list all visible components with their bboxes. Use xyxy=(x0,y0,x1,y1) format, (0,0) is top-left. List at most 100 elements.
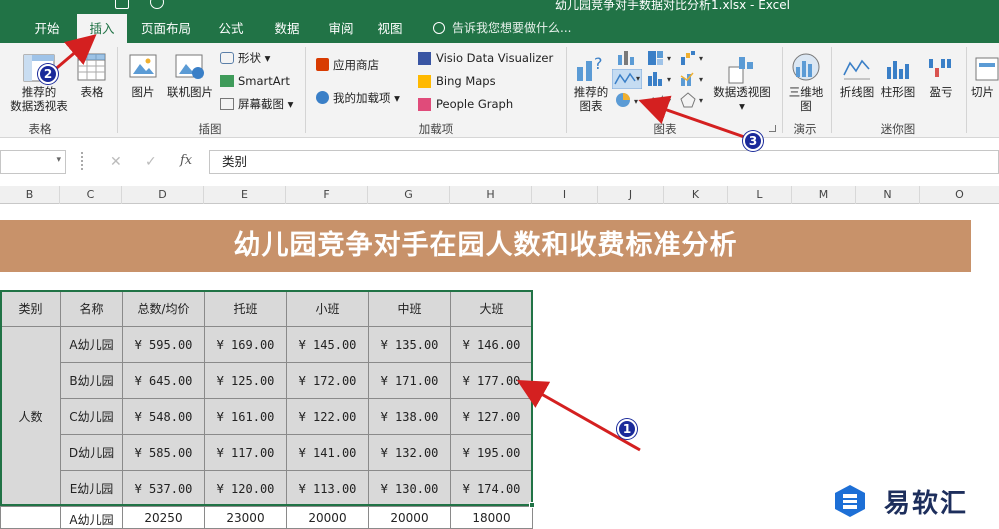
sparkline-line-button[interactable]: 折线图 xyxy=(838,85,876,99)
header-cell[interactable]: 名称 xyxy=(60,290,123,327)
save-icon[interactable] xyxy=(115,0,129,9)
value-cell[interactable]: ¥ 125.00 xyxy=(204,362,287,399)
value-cell[interactable]: ¥ 127.00 xyxy=(450,398,533,435)
column-header[interactable]: I xyxy=(532,186,598,204)
slicer-button[interactable]: 切片 xyxy=(971,85,999,99)
screenshot-button[interactable]: 屏幕截图 ▾ xyxy=(238,96,293,112)
value-cell[interactable]: ¥ 169.00 xyxy=(204,326,287,363)
name-cell[interactable]: E幼儿园 xyxy=(60,470,123,507)
dialog-launcher-icon[interactable] xyxy=(769,125,776,132)
value-cell[interactable]: ¥ 138.00 xyxy=(368,398,451,435)
pivot-table-button[interactable]: 推荐的 数据透视表 xyxy=(8,85,70,113)
fx-icon[interactable]: fx xyxy=(180,153,192,168)
tab-data[interactable]: 数据 xyxy=(262,12,312,43)
tab-home[interactable]: 开始 xyxy=(22,12,72,43)
value-cell[interactable]: ¥ 132.00 xyxy=(368,434,451,471)
value-cell[interactable]: ¥ 117.00 xyxy=(204,434,287,471)
value-cell[interactable]: 20000 xyxy=(286,506,369,529)
column-header[interactable]: L xyxy=(728,186,792,204)
radar-chart-icon[interactable]: ▾ xyxy=(679,91,709,109)
drag-handle-icon[interactable] xyxy=(81,152,85,170)
waterfall-chart-icon[interactable]: ▾ xyxy=(679,49,709,67)
column-header[interactable]: B xyxy=(0,186,60,204)
tab-view[interactable]: 视图 xyxy=(365,12,415,43)
name-box[interactable]: ▾ xyxy=(0,150,66,174)
pie-chart-icon[interactable]: ▾ xyxy=(614,91,644,109)
tell-me-search[interactable]: 告诉我您想要做什么... xyxy=(452,12,571,45)
value-cell[interactable]: ¥ 195.00 xyxy=(450,434,533,471)
sparkline-column-button[interactable]: 柱形图 xyxy=(879,85,917,99)
value-cell[interactable]: 20000 xyxy=(368,506,451,529)
bing-maps-button[interactable]: Bing Maps xyxy=(436,73,496,89)
line-chart-icon[interactable]: ▾ xyxy=(612,69,642,89)
tab-review[interactable]: 审阅 xyxy=(316,12,366,43)
header-cell[interactable]: 类别 xyxy=(0,290,61,327)
value-cell[interactable]: ¥ 145.00 xyxy=(286,326,369,363)
people-graph-button[interactable]: People Graph xyxy=(436,96,513,112)
sparkline-winloss-button[interactable]: 盈亏 xyxy=(926,85,956,99)
column-header[interactable]: H xyxy=(450,186,532,204)
3d-map-button[interactable]: 三维地 图 xyxy=(787,85,825,113)
value-cell[interactable]: ¥ 141.00 xyxy=(286,434,369,471)
tab-formulas[interactable]: 公式 xyxy=(206,12,256,43)
value-cell[interactable]: ¥ 177.00 xyxy=(450,362,533,399)
value-cell[interactable]: ¥ 174.00 xyxy=(450,470,533,507)
name-cell[interactable]: A幼儿园 xyxy=(60,506,123,529)
value-cell[interactable]: 18000 xyxy=(450,506,533,529)
column-chart-icon[interactable] xyxy=(614,49,644,67)
value-cell[interactable]: ¥ 548.00 xyxy=(122,398,205,435)
value-cell[interactable]: ¥ 120.00 xyxy=(204,470,287,507)
value-cell[interactable]: ¥ 645.00 xyxy=(122,362,205,399)
hierarchy-chart-icon[interactable]: ▾ xyxy=(646,49,676,67)
formula-input[interactable]: 类别 xyxy=(209,150,999,174)
value-cell[interactable]: ¥ 171.00 xyxy=(368,362,451,399)
name-cell[interactable]: A幼儿园 xyxy=(60,326,123,363)
confirm-icon[interactable]: ✓ xyxy=(145,154,157,170)
header-cell[interactable]: 总数/均价 xyxy=(122,290,205,327)
visio-button[interactable]: Visio Data Visualizer xyxy=(436,50,553,66)
recommended-charts-button[interactable]: 推荐的 图表 xyxy=(570,85,612,113)
value-cell[interactable]: ¥ 130.00 xyxy=(368,470,451,507)
pivot-chart-button[interactable]: 数据透视图 ▾ xyxy=(709,85,775,113)
column-header[interactable]: F xyxy=(286,186,368,204)
worksheet[interactable]: 幼儿园竞争对手在园人数和收费标准分析 类别 名称 总数/均价 托班 小班 中班 … xyxy=(0,204,999,529)
header-cell[interactable]: 大班 xyxy=(450,290,533,327)
tab-page-layout[interactable]: 页面布局 xyxy=(133,12,199,43)
area-chart-icon[interactable]: ▾ xyxy=(646,91,676,109)
value-cell[interactable]: 20250 xyxy=(122,506,205,529)
column-header[interactable]: K xyxy=(664,186,728,204)
column-header[interactable]: O xyxy=(920,186,999,204)
name-cell[interactable]: D幼儿园 xyxy=(60,434,123,471)
name-cell[interactable]: B幼儿园 xyxy=(60,362,123,399)
smartart-button[interactable]: SmartArt xyxy=(238,73,290,89)
name-cell[interactable]: C幼儿园 xyxy=(60,398,123,435)
column-header[interactable]: E xyxy=(204,186,286,204)
table-button[interactable]: 表格 xyxy=(78,85,106,99)
value-cell[interactable]: ¥ 113.00 xyxy=(286,470,369,507)
column-header[interactable]: C xyxy=(60,186,122,204)
category-cell[interactable] xyxy=(0,506,61,529)
picture-button[interactable]: 图片 xyxy=(128,85,158,99)
value-cell[interactable]: ¥ 135.00 xyxy=(368,326,451,363)
value-cell[interactable]: ¥ 585.00 xyxy=(122,434,205,471)
column-header[interactable]: J xyxy=(598,186,664,204)
shapes-button[interactable]: 形状 ▾ xyxy=(238,50,270,66)
column-header[interactable]: N xyxy=(856,186,920,204)
combo-chart-icon[interactable]: ▾ xyxy=(679,70,709,88)
column-header[interactable]: G xyxy=(368,186,450,204)
cancel-icon[interactable]: ✕ xyxy=(110,154,122,170)
header-cell[interactable]: 托班 xyxy=(204,290,287,327)
value-cell[interactable]: ¥ 161.00 xyxy=(204,398,287,435)
value-cell[interactable]: ¥ 122.00 xyxy=(286,398,369,435)
my-addins-button[interactable]: 我的加载项 ▾ xyxy=(333,90,400,106)
header-cell[interactable]: 中班 xyxy=(368,290,451,327)
value-cell[interactable]: ¥ 595.00 xyxy=(122,326,205,363)
undo-icon[interactable] xyxy=(150,0,164,9)
fill-handle[interactable] xyxy=(529,502,535,508)
statistic-chart-icon[interactable]: ▾ xyxy=(646,70,676,88)
value-cell[interactable]: ¥ 172.00 xyxy=(286,362,369,399)
value-cell[interactable]: ¥ 537.00 xyxy=(122,470,205,507)
header-cell[interactable]: 小班 xyxy=(286,290,369,327)
column-header[interactable]: D xyxy=(122,186,204,204)
column-header[interactable]: M xyxy=(792,186,856,204)
